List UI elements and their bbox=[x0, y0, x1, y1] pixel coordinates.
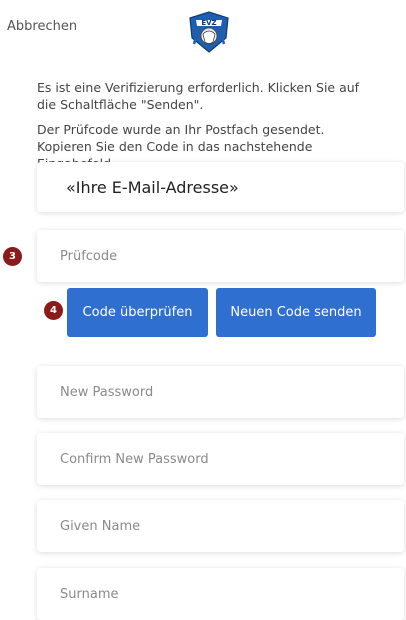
verification-code-input[interactable] bbox=[37, 230, 404, 282]
confirm-password-input[interactable] bbox=[37, 433, 404, 485]
cancel-link[interactable]: Abbrechen bbox=[7, 19, 77, 34]
resend-code-button[interactable]: Neuen Code senden bbox=[216, 288, 376, 337]
new-password-input[interactable] bbox=[37, 366, 404, 418]
given-name-input[interactable] bbox=[37, 500, 404, 552]
email-field[interactable] bbox=[37, 162, 404, 212]
step-badge-3: 3 bbox=[3, 247, 22, 266]
logo-text: EVZ bbox=[201, 19, 216, 27]
verification-required-message: Es ist eine Verifizierung erforderlich. … bbox=[37, 80, 360, 112]
step-badge-4: 4 bbox=[44, 301, 63, 320]
surname-input[interactable] bbox=[37, 568, 404, 620]
verify-code-button[interactable]: Code überprüfen bbox=[67, 288, 208, 337]
evz-logo: EVZ bbox=[186, 8, 232, 54]
